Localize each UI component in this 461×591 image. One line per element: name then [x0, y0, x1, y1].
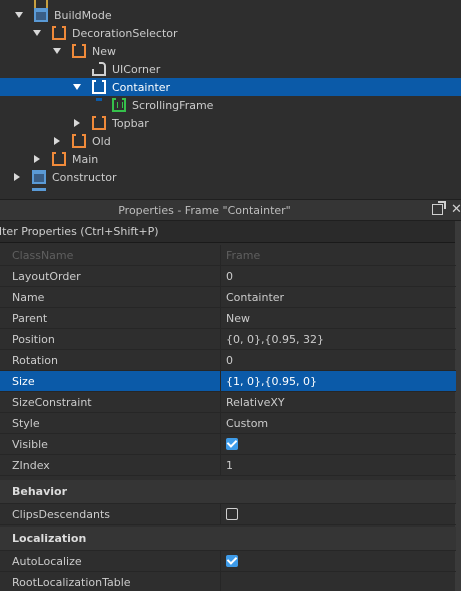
- tree-item-constructor[interactable]: Constructor: [0, 168, 461, 186]
- collapse-arrow-icon[interactable]: [32, 150, 42, 168]
- property-name: SizeConstraint: [0, 391, 221, 413]
- ui-corner-icon: [92, 62, 106, 76]
- frame-icon: [52, 151, 66, 173]
- property-name: ClipsDescendants: [0, 503, 221, 525]
- property-name: Position: [0, 328, 221, 350]
- property-row-classname[interactable]: ClassName Frame: [0, 245, 456, 266]
- expand-arrow-icon[interactable]: [32, 24, 42, 42]
- property-row-zindex[interactable]: ZIndex 1: [0, 454, 456, 476]
- property-value[interactable]: 0: [221, 350, 456, 371]
- tree-item-uicorner[interactable]: UICorner: [0, 60, 461, 78]
- property-name: Parent: [0, 307, 221, 329]
- tree-item-label: Constructor: [52, 170, 117, 184]
- tree-item-label: Topbar: [112, 116, 149, 130]
- property-value[interactable]: {0, 0},{0.95, 32}: [221, 329, 456, 350]
- property-value[interactable]: Containter: [221, 287, 456, 308]
- property-name: AutoLocalize: [0, 550, 221, 572]
- tree-item-decorationselector[interactable]: DecorationSelector: [0, 24, 461, 47]
- tree-item-scrollingframe[interactable]: ScrollingFrame: [0, 96, 461, 119]
- screen-gui-icon: [32, 188, 46, 191]
- tree-item-new[interactable]: New: [0, 42, 461, 65]
- property-row-visible[interactable]: Visible: [0, 433, 456, 455]
- property-row-clipsdescendants[interactable]: ClipsDescendants: [0, 503, 456, 525]
- property-name: LayoutOrder: [0, 265, 221, 287]
- property-name: RootLocalizationTable: [0, 571, 221, 591]
- close-icon[interactable]: ✕: [451, 202, 461, 217]
- tree-item-label: DecorationSelector: [72, 26, 178, 40]
- tree-item-main[interactable]: Main: [0, 150, 461, 173]
- undock-icon[interactable]: [432, 201, 446, 215]
- collapse-arrow-icon[interactable]: [12, 186, 22, 191]
- autolocalize-checkbox[interactable]: [226, 555, 238, 567]
- screen-gui-icon: [34, 8, 48, 22]
- property-value[interactable]: [221, 572, 456, 591]
- property-row-rootlocalizationtable[interactable]: RootLocalizationTable: [0, 571, 456, 591]
- properties-title: Properties - Frame "Containter": [118, 204, 291, 217]
- property-name: Visible: [0, 433, 221, 455]
- expand-arrow-icon[interactable]: [52, 42, 62, 60]
- property-name: Name: [0, 286, 221, 308]
- property-row-sizeconstraint[interactable]: SizeConstraint RelativeXY: [0, 391, 456, 413]
- property-value[interactable]: New: [221, 308, 456, 329]
- properties-table: ClassName Frame LayoutOrder 0 Name Conta…: [0, 245, 461, 591]
- property-name: ZIndex: [0, 454, 221, 476]
- property-row-layoutorder[interactable]: LayoutOrder 0: [0, 265, 456, 287]
- property-name: ClassName: [0, 245, 221, 266]
- collapse-arrow-icon[interactable]: [52, 132, 62, 150]
- property-row-rotation[interactable]: Rotation 0: [0, 349, 456, 371]
- tree-item-label: Old: [92, 134, 111, 148]
- property-row-autolocalize[interactable]: AutoLocalize: [0, 550, 456, 572]
- expand-arrow-icon[interactable]: [14, 6, 24, 24]
- tree-item-label: ScrollingFrame: [132, 98, 214, 112]
- properties-header: Properties - Frame "Containter" ✕: [0, 199, 461, 221]
- expand-arrow-icon[interactable]: [72, 78, 82, 96]
- frame-icon: [92, 115, 106, 137]
- section-header-localization[interactable]: Localization: [0, 527, 456, 551]
- filter-properties-input[interactable]: [0, 221, 453, 242]
- property-value[interactable]: {1, 0},{0.95, 0}: [221, 371, 456, 392]
- tree-item-containter[interactable]: Containter: [0, 78, 461, 101]
- property-value[interactable]: RelativeXY: [221, 392, 456, 413]
- property-value: Frame: [226, 248, 261, 262]
- section-header-behavior[interactable]: Behavior: [0, 480, 456, 504]
- property-value[interactable]: 1: [221, 455, 456, 476]
- tree-item-topbar[interactable]: Topbar: [0, 114, 461, 137]
- tree-item-old[interactable]: Old: [0, 132, 461, 155]
- scrolling-frame-icon: [112, 97, 126, 119]
- explorer-panel: BuildMode DecorationSelector New UICorne…: [0, 0, 461, 191]
- property-row-position[interactable]: Position {0, 0},{0.95, 32}: [0, 328, 456, 350]
- property-value[interactable]: Custom: [221, 413, 456, 434]
- property-name: Style: [0, 412, 221, 434]
- property-row-style[interactable]: Style Custom: [0, 412, 456, 434]
- frame-icon: [72, 43, 86, 65]
- tree-item-label: Main: [72, 152, 99, 166]
- visible-checkbox[interactable]: [226, 438, 238, 450]
- tree-item-label: Containter: [112, 80, 171, 94]
- property-name: Rotation: [0, 349, 221, 371]
- collapse-arrow-icon[interactable]: [72, 114, 82, 132]
- tree-item-label: UICorner: [112, 62, 161, 76]
- tree-item-label: New: [92, 44, 116, 58]
- property-row-size[interactable]: Size {1, 0},{0.95, 0}: [0, 370, 456, 392]
- filter-bar: [0, 221, 461, 243]
- clipsdescendants-checkbox[interactable]: [226, 508, 238, 520]
- frame-icon: [52, 25, 66, 47]
- property-row-name[interactable]: Name Containter: [0, 286, 456, 308]
- property-value[interactable]: 0: [221, 266, 456, 287]
- collapse-arrow-icon[interactable]: [12, 168, 22, 186]
- property-name: Size: [0, 370, 221, 392]
- frame-icon: [72, 133, 86, 155]
- screen-gui-icon: [32, 170, 46, 184]
- property-row-parent[interactable]: Parent New: [0, 307, 456, 329]
- tree-item-label: BuildMode: [54, 8, 112, 22]
- tree-item-buildmode[interactable]: BuildMode: [0, 6, 461, 24]
- tree-item-partial[interactable]: [0, 186, 461, 191]
- frame-icon: [92, 79, 106, 101]
